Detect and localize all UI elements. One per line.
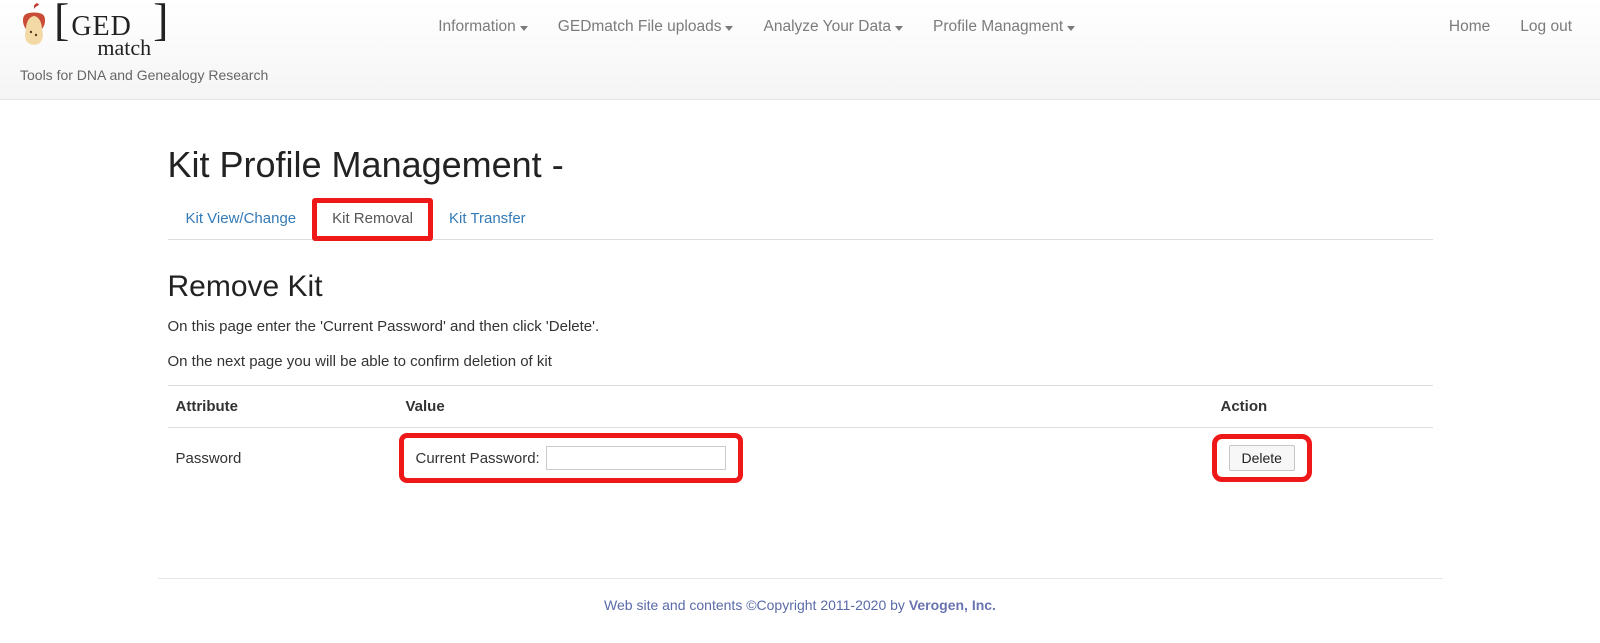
nav-label: Analyze Your Data xyxy=(763,18,891,36)
brand-name: [ GED match ] xyxy=(54,2,168,57)
chevron-down-icon xyxy=(895,26,903,31)
apple-core-icon xyxy=(20,2,48,48)
th-value: Value xyxy=(398,386,1213,428)
main-content: Kit Profile Management - Kit View/Change… xyxy=(158,144,1443,488)
main-nav: Information GEDmatch File uploads Analyz… xyxy=(438,0,1075,36)
chevron-down-icon xyxy=(725,26,733,31)
table-row: Password Current Password: Delete xyxy=(168,428,1433,489)
delete-button[interactable]: Delete xyxy=(1229,445,1295,471)
delete-action-group: Delete xyxy=(1221,443,1303,473)
nav-item-logout[interactable]: Log out xyxy=(1520,18,1572,36)
th-attribute: Attribute xyxy=(168,386,398,428)
footer-text: Web site and contents ©Copyright 2011-20… xyxy=(604,597,909,613)
th-action: Action xyxy=(1213,386,1433,428)
kit-remove-table: Attribute Value Action Password Current … xyxy=(168,385,1433,488)
tab-kit-transfer[interactable]: Kit Transfer xyxy=(431,200,544,239)
brand[interactable]: [ GED match ] Tools for DNA and Genealog… xyxy=(20,0,268,83)
nav-item-analyze[interactable]: Analyze Your Data xyxy=(763,18,903,36)
brand-tagline: Tools for DNA and Genealogy Research xyxy=(20,67,268,83)
nav-label: Information xyxy=(438,18,516,36)
intro-line-1: On this page enter the 'Current Password… xyxy=(168,316,1433,339)
nav-label: Profile Managment xyxy=(933,18,1063,36)
nav-item-home[interactable]: Home xyxy=(1449,18,1490,36)
cell-action: Delete xyxy=(1213,428,1433,489)
current-password-group: Current Password: xyxy=(406,440,736,476)
cell-attribute: Password xyxy=(168,428,398,489)
nav-label: GEDmatch File uploads xyxy=(558,18,722,36)
chevron-down-icon xyxy=(520,26,528,31)
brand-logo: [ GED match ] xyxy=(20,2,268,57)
nav-item-information[interactable]: Information xyxy=(438,18,528,36)
brand-text-bottom: match xyxy=(71,39,151,58)
tab-kit-removal[interactable]: Kit Removal xyxy=(314,200,431,239)
chevron-down-icon xyxy=(1067,26,1075,31)
current-password-input[interactable] xyxy=(546,446,726,470)
section-title: Remove Kit xyxy=(168,270,1433,304)
page-title: Kit Profile Management - xyxy=(168,144,1433,186)
top-bar: [ GED match ] Tools for DNA and Genealog… xyxy=(0,0,1600,100)
footer-separator xyxy=(158,578,1443,579)
intro-line-2: On the next page you will be able to con… xyxy=(168,351,1433,374)
tabs: Kit View/Change Kit Removal Kit Transfer xyxy=(168,200,1433,240)
cell-value: Current Password: xyxy=(398,428,1213,489)
nav-right: Home Log out xyxy=(1449,0,1580,36)
footer-owner[interactable]: Verogen, Inc. xyxy=(909,597,996,613)
footer: Web site and contents ©Copyright 2011-20… xyxy=(0,597,1600,643)
nav-item-profile-management[interactable]: Profile Managment xyxy=(933,18,1075,36)
current-password-label: Current Password: xyxy=(416,450,540,467)
nav-item-file-uploads[interactable]: GEDmatch File uploads xyxy=(558,18,734,36)
tab-kit-view-change[interactable]: Kit View/Change xyxy=(168,200,315,239)
